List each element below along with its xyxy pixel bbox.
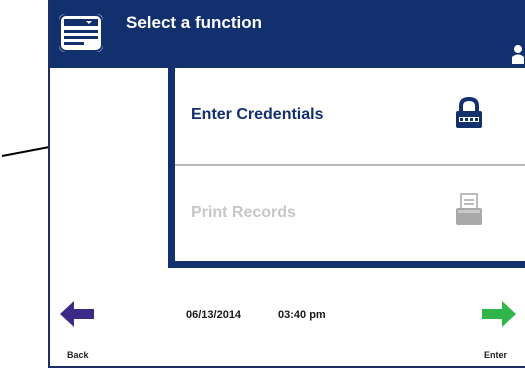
function-menu: Enter Credentials Print Records bbox=[168, 68, 525, 268]
printer-icon bbox=[456, 193, 482, 225]
lock-icon bbox=[456, 96, 482, 128]
menu-item-enter-credentials[interactable]: Enter Credentials bbox=[175, 68, 525, 166]
left-blank-area bbox=[50, 68, 168, 268]
back-button-label[interactable]: Back bbox=[67, 350, 89, 360]
device-screen: Select a function Enter Credentials Prin… bbox=[48, 0, 525, 368]
date-display: 06/13/2014 bbox=[186, 309, 242, 321]
page-title: Select a function bbox=[126, 13, 263, 32]
enter-arrow-icon[interactable] bbox=[480, 300, 516, 328]
back-arrow-icon[interactable] bbox=[60, 300, 96, 328]
menu-card-icon bbox=[59, 14, 103, 52]
time-display: 03:40 pm bbox=[278, 309, 326, 321]
user-icon bbox=[512, 45, 524, 64]
header-bar: Select a function bbox=[50, 0, 525, 68]
menu-item-label: Enter Credentials bbox=[191, 106, 324, 123]
enter-button-label[interactable]: Enter bbox=[484, 350, 507, 360]
menu-item-print-records[interactable]: Print Records bbox=[175, 166, 525, 262]
menu-item-label: Print Records bbox=[191, 204, 296, 221]
